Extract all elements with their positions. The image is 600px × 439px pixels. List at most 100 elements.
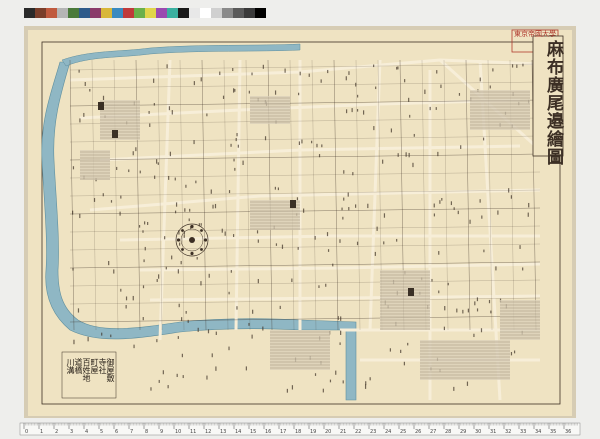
label-mark <box>403 361 405 366</box>
legend-entry: 寺社 <box>98 358 107 374</box>
label-mark <box>314 235 316 240</box>
label-mark <box>274 90 277 95</box>
label-mark <box>148 110 150 114</box>
label-mark <box>251 72 253 76</box>
label-mark <box>156 278 158 282</box>
label-mark <box>373 126 375 131</box>
label-mark <box>347 192 349 197</box>
label-mark <box>116 166 118 170</box>
ruler-label: 24 <box>385 429 392 435</box>
label-mark <box>222 95 225 99</box>
label-mark <box>412 162 414 168</box>
label-mark <box>376 226 378 231</box>
label-mark <box>516 64 518 68</box>
label-mark <box>343 197 345 201</box>
label-mark <box>232 68 234 72</box>
town-block <box>380 270 430 330</box>
label-mark <box>236 133 238 137</box>
label-mark <box>318 154 321 158</box>
label-mark <box>144 246 146 251</box>
color-swatch <box>233 8 244 18</box>
label-mark <box>150 387 152 391</box>
label-mark <box>189 208 191 212</box>
label-mark <box>143 259 145 263</box>
label-mark <box>144 221 146 225</box>
label-mark <box>256 230 259 234</box>
label-mark <box>400 349 402 353</box>
color-swatch <box>167 8 178 18</box>
label-mark <box>528 202 530 208</box>
label-mark <box>457 210 459 215</box>
label-mark <box>291 278 293 283</box>
label-mark <box>345 76 347 81</box>
label-mark <box>299 71 301 76</box>
label-mark <box>72 210 74 215</box>
label-mark <box>441 197 443 201</box>
label-mark <box>327 69 329 74</box>
label-mark <box>149 123 151 127</box>
label-mark <box>409 114 411 118</box>
label-mark <box>176 373 178 378</box>
label-mark <box>396 66 398 70</box>
color-swatch <box>189 8 200 18</box>
label-mark <box>453 207 455 210</box>
legend-entry: 百姓地 <box>82 358 91 382</box>
label-mark <box>314 373 317 376</box>
label-mark <box>128 169 130 173</box>
label-mark <box>508 188 510 193</box>
label-mark <box>195 180 197 184</box>
legend-entry: 御屋敷 <box>106 358 115 382</box>
label-mark <box>527 212 529 217</box>
label-mark <box>431 278 433 282</box>
label-mark <box>120 195 122 199</box>
label-mark <box>234 167 236 171</box>
label-mark <box>279 305 281 309</box>
label-mark <box>200 223 202 226</box>
label-mark <box>488 299 491 304</box>
label-mark <box>311 140 313 144</box>
color-swatch <box>57 8 68 18</box>
label-mark <box>435 107 437 110</box>
label-mark <box>404 79 406 83</box>
label-mark <box>207 329 210 334</box>
ruler-label: 15 <box>250 429 257 435</box>
label-mark <box>355 204 357 208</box>
label-mark <box>318 285 320 288</box>
label-mark <box>178 303 180 308</box>
label-mark <box>262 64 264 69</box>
label-mark <box>158 274 160 279</box>
label-mark <box>264 136 267 141</box>
label-mark <box>257 239 259 243</box>
label-mark <box>356 241 359 246</box>
color-swatch <box>156 8 167 18</box>
temple-marker <box>112 130 118 138</box>
label-mark <box>284 68 286 73</box>
label-mark <box>165 266 167 270</box>
color-swatch <box>24 8 35 18</box>
label-mark <box>301 139 303 144</box>
label-mark <box>73 339 75 345</box>
label-mark <box>132 151 134 156</box>
label-mark <box>93 198 96 202</box>
label-mark <box>489 85 491 89</box>
label-mark <box>511 64 514 68</box>
label-mark <box>369 377 371 381</box>
label-mark <box>444 306 446 311</box>
color-swatch <box>112 8 123 18</box>
label-mark <box>167 385 169 389</box>
label-mark <box>237 144 239 148</box>
label-mark <box>262 326 264 331</box>
color-swatch <box>211 8 222 18</box>
label-mark <box>291 385 294 390</box>
ruler-label: 11 <box>190 429 197 435</box>
label-mark <box>169 151 171 157</box>
color-swatch <box>101 8 112 18</box>
label-mark <box>340 316 342 321</box>
label-mark <box>157 162 159 165</box>
label-mark <box>215 366 217 371</box>
label-mark <box>326 232 329 237</box>
label-mark <box>113 269 115 274</box>
color-swatch <box>46 8 57 18</box>
label-mark <box>340 330 342 335</box>
label-mark <box>466 381 469 386</box>
